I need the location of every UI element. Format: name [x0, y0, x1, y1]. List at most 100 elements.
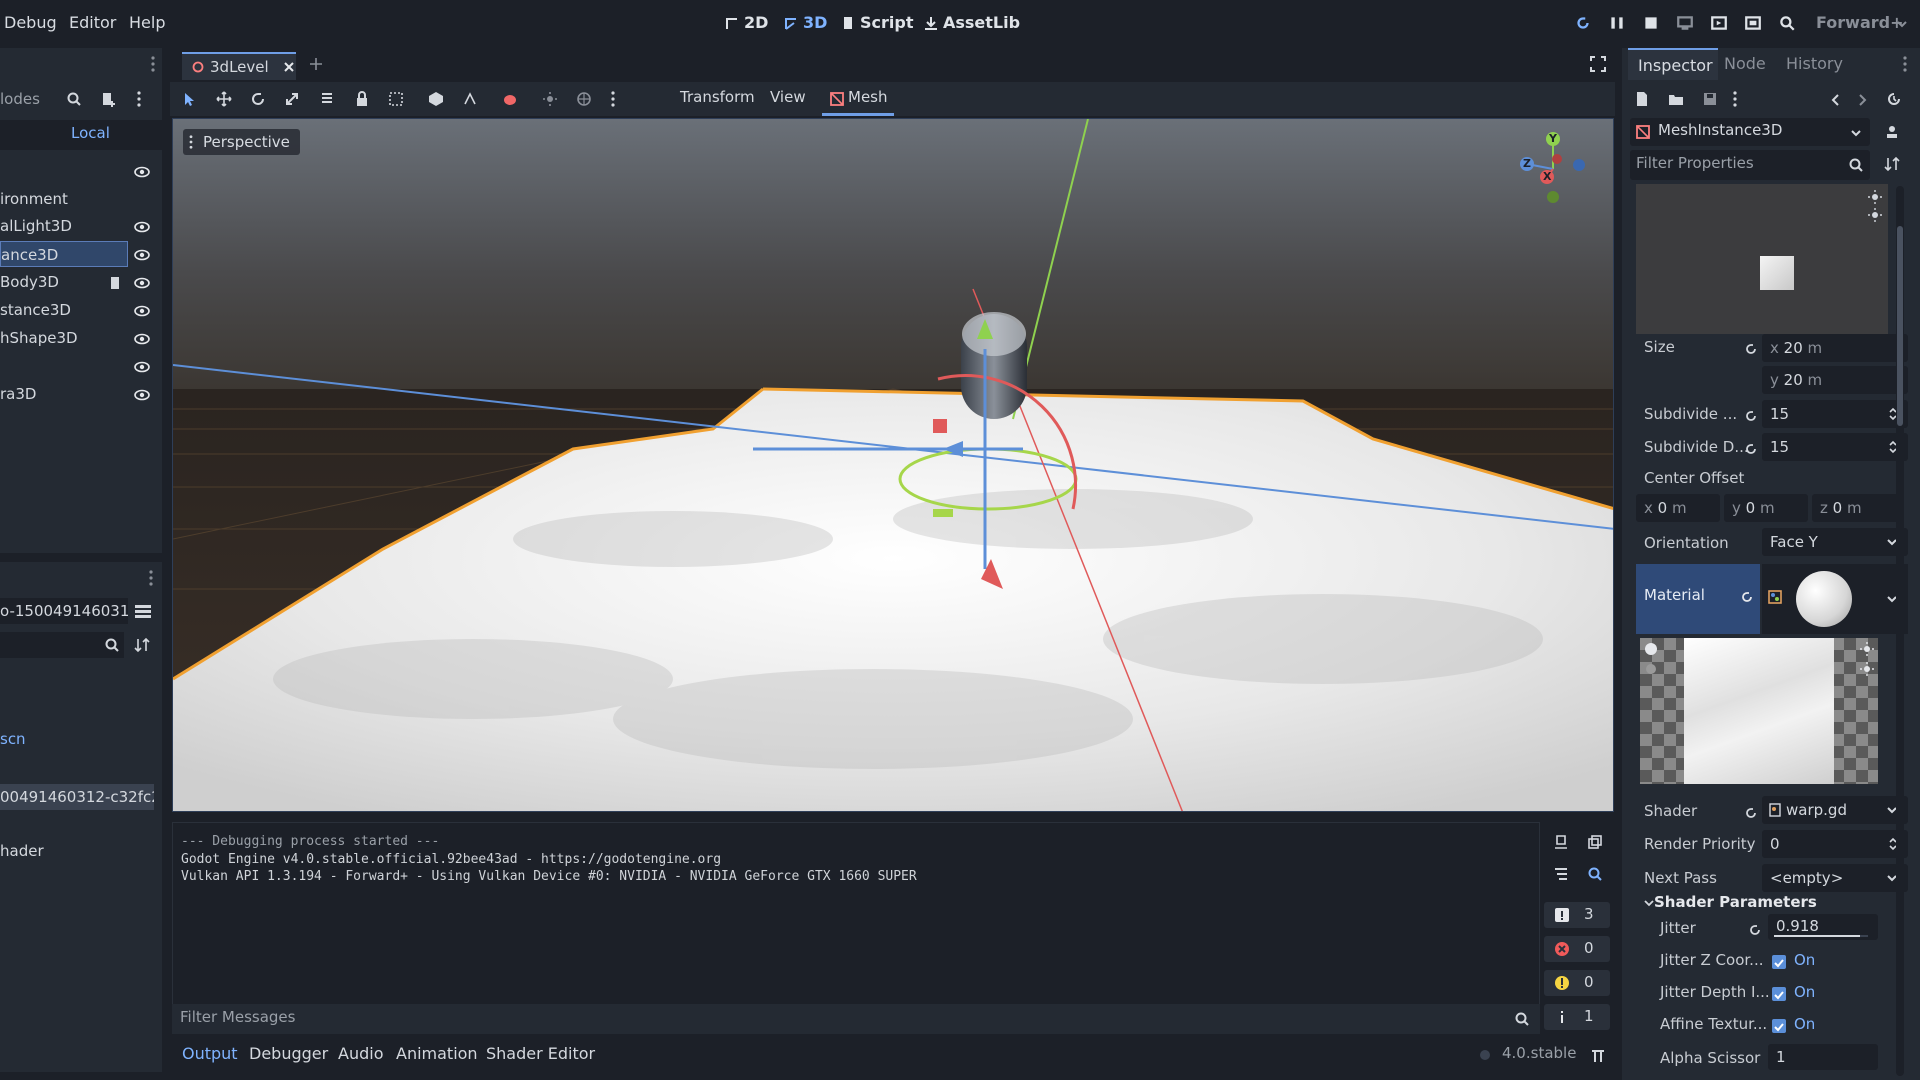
preview-box-icon[interactable]: [1644, 662, 1658, 676]
jitter-z-checkbox[interactable]: [1772, 955, 1786, 969]
add-tab-icon[interactable]: [308, 56, 324, 72]
view-gizmo[interactable]: Y Z X: [1515, 131, 1591, 207]
tab-output[interactable]: Output: [182, 1044, 238, 1063]
view-menu[interactable]: View: [770, 88, 806, 106]
list-view-icon[interactable]: [134, 603, 152, 619]
revert-icon[interactable]: [1744, 806, 1758, 820]
eye-icon[interactable]: [134, 303, 150, 319]
sort-icon[interactable]: [1884, 156, 1900, 172]
scale-tool-icon[interactable]: [284, 91, 300, 107]
filter-messages-input[interactable]: Filter Messages: [172, 1004, 1540, 1034]
eye-icon[interactable]: [134, 275, 150, 291]
file-item[interactable]: scn: [0, 730, 26, 748]
kebab-menu-icon[interactable]: [610, 91, 616, 107]
revert-icon[interactable]: [1748, 923, 1762, 937]
revert-icon[interactable]: [1744, 342, 1758, 356]
tab-animation[interactable]: Animation: [396, 1044, 478, 1063]
chevron-left-icon[interactable]: [1830, 93, 1842, 107]
path-field[interactable]: o-150049146031: [0, 598, 128, 624]
light-toggle-icon[interactable]: [1868, 190, 1882, 204]
eye-icon[interactable]: [134, 331, 150, 347]
rotate-tool-icon[interactable]: [250, 91, 266, 107]
light-toggle-icon[interactable]: [1868, 208, 1882, 222]
lock-icon[interactable]: [354, 91, 370, 107]
info-filter-toggle[interactable]: 1: [1544, 1004, 1610, 1030]
file-item-selected[interactable]: 00491460312-c32fc2...: [0, 784, 154, 810]
eye-icon[interactable]: [134, 359, 150, 375]
copy-icon[interactable]: [1587, 834, 1603, 850]
search-icon[interactable]: [1587, 866, 1603, 882]
sort-icon[interactable]: [134, 637, 150, 653]
workspace-assetlib-button[interactable]: AssetLib: [923, 13, 1020, 32]
object-properties-icon[interactable]: [1884, 124, 1900, 140]
orientation-dropdown[interactable]: Face Y: [1762, 528, 1908, 556]
kebab-menu-icon[interactable]: [136, 91, 142, 107]
play-scene-icon[interactable]: [1710, 14, 1728, 32]
clear-output-icon[interactable]: [1553, 834, 1569, 850]
output-log[interactable]: --- Debugging process started --- Godot E…: [172, 822, 1540, 1032]
tree-node[interactable]: ra3D: [0, 381, 128, 407]
kebab-menu-icon[interactable]: [146, 56, 160, 72]
tree-node[interactable]: ironment: [0, 186, 128, 212]
material-row[interactable]: Material: [1636, 564, 1760, 634]
close-icon[interactable]: [283, 61, 295, 73]
tab-audio[interactable]: Audio: [338, 1044, 383, 1063]
chevron-right-icon[interactable]: [1856, 93, 1868, 107]
list-select-icon[interactable]: [320, 91, 336, 107]
tree-node-selected[interactable]: ance3D: [0, 241, 128, 267]
workspace-3d-button[interactable]: 3D: [783, 13, 827, 32]
local-tab[interactable]: Local: [71, 124, 110, 142]
viewport-scene[interactable]: [173, 119, 1614, 812]
menu-debug[interactable]: Debug: [4, 13, 57, 32]
jitter-depth-checkbox[interactable]: [1772, 987, 1786, 1001]
folder-icon[interactable]: [1668, 91, 1684, 107]
jitter-slider[interactable]: 0.918: [1768, 914, 1878, 940]
kebab-menu-icon[interactable]: [148, 570, 154, 586]
environment-icon[interactable]: [576, 91, 592, 107]
snap-icon[interactable]: [462, 91, 478, 107]
tree-node[interactable]: hShape3D: [0, 325, 128, 351]
mesh-menu[interactable]: Mesh: [822, 82, 894, 116]
light-toggle-icon[interactable]: [1860, 642, 1874, 656]
light-toggle-icon[interactable]: [1860, 662, 1874, 676]
pause-icon[interactable]: [1608, 14, 1626, 32]
messages-filter-toggle[interactable]: 3: [1544, 902, 1610, 928]
tab-shader-editor[interactable]: Shader Editor: [486, 1044, 595, 1063]
perspective-menu-button[interactable]: Perspective: [183, 129, 300, 155]
workspace-script-button[interactable]: Script: [840, 13, 913, 32]
tab-history[interactable]: History: [1786, 54, 1843, 73]
scene-search-input[interactable]: lodes: [0, 90, 40, 108]
distraction-free-icon[interactable]: [1590, 56, 1606, 72]
errors-filter-toggle[interactable]: 0: [1544, 936, 1610, 962]
size-x-field[interactable]: x 20 m: [1762, 334, 1908, 362]
local-remote-toggle[interactable]: Local: [0, 120, 162, 150]
scene-tab-3dlevel[interactable]: 3dLevel: [182, 52, 296, 80]
local-space-icon[interactable]: [428, 91, 444, 107]
remote-debug-icon[interactable]: [1676, 14, 1694, 32]
kebab-menu-icon[interactable]: [1732, 91, 1738, 107]
attach-script-icon[interactable]: [100, 91, 116, 107]
menu-editor[interactable]: Editor: [69, 13, 116, 32]
eye-icon[interactable]: [134, 247, 150, 263]
scrollbar-thumb[interactable]: [1897, 226, 1903, 426]
new-resource-icon[interactable]: [1634, 91, 1650, 107]
warnings-filter-toggle[interactable]: 0: [1544, 970, 1610, 996]
move-tool-icon[interactable]: [216, 91, 232, 107]
kebab-menu-icon[interactable]: [1902, 56, 1908, 72]
size-y-field[interactable]: y 20 m: [1762, 366, 1908, 394]
select-tool-icon[interactable]: [182, 91, 198, 107]
menu-help[interactable]: Help: [129, 13, 165, 32]
filter-properties-input[interactable]: Filter Properties: [1630, 150, 1870, 180]
subdivide-depth-spinbox[interactable]: 15: [1762, 433, 1908, 461]
next-pass-picker[interactable]: <empty>: [1762, 864, 1908, 892]
group-icon[interactable]: [388, 91, 404, 107]
play-custom-scene-icon[interactable]: [1744, 14, 1762, 32]
sun-icon[interactable]: [542, 91, 558, 107]
revert-icon[interactable]: [1744, 409, 1758, 423]
workspace-2d-button[interactable]: 2D: [724, 13, 768, 32]
stop-icon[interactable]: [1642, 14, 1660, 32]
preview-camera-icon[interactable]: [502, 91, 518, 107]
file-item[interactable]: hader: [0, 842, 44, 860]
expand-panel-icon[interactable]: [1590, 1048, 1606, 1064]
material-picker[interactable]: [1762, 564, 1908, 634]
